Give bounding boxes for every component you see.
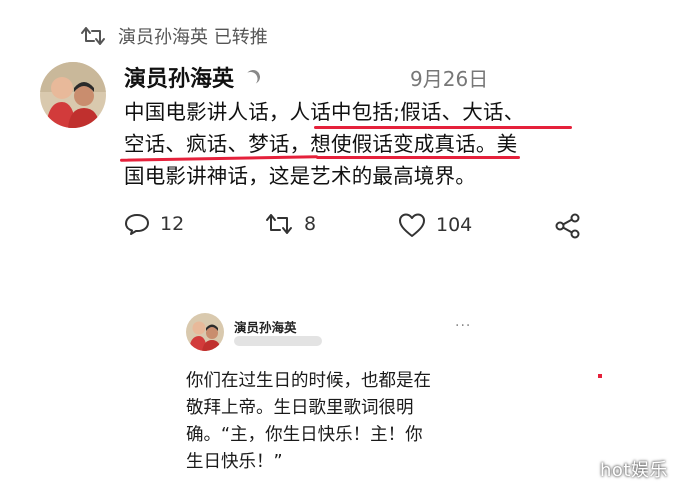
embedded-author-name[interactable]: 演员孙海英 [234, 317, 297, 336]
heart-icon [399, 213, 425, 237]
retweet-label: 演员孙海英 已转推 [118, 27, 268, 48]
post-text: 中国电影讲人话，人话中包括;假话、大话、 空话、疯话、梦话，想使假话变成真话。美… [124, 96, 594, 192]
like-count: 104 [436, 214, 473, 236]
retweet-button[interactable]: 8 [264, 212, 316, 236]
post-date[interactable]: 9月26日 [410, 63, 488, 92]
red-mark [598, 374, 602, 378]
highlight-underline [316, 156, 520, 159]
embedded-avatar[interactable] [186, 313, 224, 351]
like-button[interactable]: 104 [398, 212, 472, 238]
share-icon [555, 213, 580, 239]
retweet-header: 演员孙海英 已转推 [80, 22, 268, 50]
retweet-icon [266, 214, 292, 234]
moon-icon [244, 68, 262, 86]
more-icon[interactable]: ··· [455, 318, 471, 334]
embedded-line: 敬拜上帝。生日歌里歌词很明 [186, 398, 414, 418]
embedded-author-handle [234, 336, 322, 346]
post-line: 国电影讲神话，这是艺术的最高境界。 [124, 164, 476, 188]
author-name[interactable]: 演员孙海英 [124, 61, 234, 93]
embedded-line: 你们在过生日的时候，也都是在 [186, 371, 431, 391]
post-line: 中国电影讲人话，人话中包括;假话、大话、 [124, 100, 525, 124]
share-button[interactable] [554, 212, 582, 240]
reply-count: 12 [160, 213, 185, 235]
avatar[interactable] [40, 62, 106, 128]
retweet-count: 8 [304, 213, 317, 235]
retweet-icon [81, 27, 105, 45]
action-bar: 12 8 104 [124, 212, 594, 246]
embedded-text: 你们在过生日的时候，也都是在 敬拜上帝。生日歌里歌词很明 确。“主，你生日快乐！… [186, 368, 486, 476]
highlight-underline [314, 126, 572, 129]
watermark: hot娱乐 [600, 460, 668, 481]
embedded-line: 生日快乐！” [186, 452, 283, 472]
post-header: 演员孙海英 9月26日 [124, 61, 488, 93]
embedded-line: 确。“主，你生日快乐！主！你 [186, 425, 423, 445]
reply-icon [125, 214, 149, 235]
reply-button[interactable]: 12 [124, 212, 184, 236]
